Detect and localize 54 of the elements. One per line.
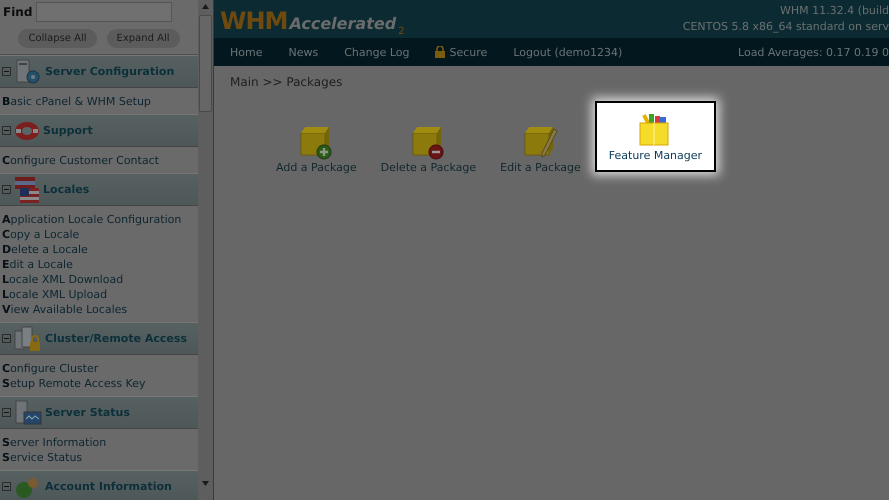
sidebar-button[interactable]: Expand All [106,29,180,48]
collapse-icon[interactable] [2,482,11,491]
sidebar-link[interactable]: Edit a Locale [2,257,198,272]
find-label: Find [3,5,32,19]
sidebar-link[interactable]: Locale XML Download [2,272,198,287]
section-title[interactable]: Support [43,124,93,137]
server-monitor-icon [14,400,42,426]
collapse-icon[interactable] [2,334,11,343]
section-title[interactable]: Account Information [45,480,172,493]
sidebar-link[interactable]: Service Status [2,450,198,465]
server-gear-icon [14,58,42,84]
nav-link[interactable]: Home [230,46,262,58]
collapse-icon[interactable] [2,185,11,194]
sidebar-link[interactable]: Delete a Locale [2,242,198,257]
lifebuoy-icon [14,120,40,142]
find-field[interactable] [36,2,172,22]
logo-superscript: 2 [398,26,405,37]
scrollbar-thumb[interactable] [199,15,212,112]
breadcrumb: Main >> Packages [229,74,344,89]
sidebar-link[interactable]: Application Locale Configuration [2,212,198,227]
package-link[interactable]: Edit a Package [490,113,591,184]
sidebar-link[interactable]: Copy a Locale [2,227,198,242]
nav-link[interactable]: Change Log [344,46,410,58]
sidebar-link[interactable]: Server Information [2,435,198,450]
sidebar-button[interactable]: Collapse All [18,29,97,48]
package-link[interactable]: Feature Manager [594,101,716,172]
logo-subtitle: Accelerated [289,14,396,33]
version-text: WHM 11.32.4 (build [780,3,889,19]
nav-link[interactable]: Logout (demo1234) [513,46,622,58]
os-text: CENTOS 5.8 x86_64 standard on serv [682,19,889,35]
sidebar-link[interactable]: Configure Customer Contact [2,153,198,168]
servers-lock-icon [14,324,42,352]
logo-text: WHM [220,9,288,33]
flags-icon [14,176,40,204]
collapse-icon[interactable] [2,67,11,76]
package-link[interactable]: Delete a Package [370,113,486,184]
collapse-icon[interactable] [2,408,11,417]
package-link[interactable]: Add a Package [266,113,367,184]
sidebar-link[interactable]: Basic cPanel & WHM Setup [2,94,198,109]
sidebar-link[interactable]: Locale XML Upload [2,287,198,302]
section-title[interactable]: Server Status [45,406,130,419]
sidebar-link[interactable]: Setup Remote Access Key [2,376,198,391]
scroll-down-icon[interactable] [202,481,209,486]
nav-link[interactable]: Secure [435,46,488,58]
section-title[interactable]: Cluster/Remote Access [45,332,187,345]
collapse-icon[interactable] [2,126,11,135]
section-title[interactable]: Locales [43,183,90,196]
sidebar-link[interactable]: View Available Locales [2,302,198,317]
scroll-up-icon[interactable] [202,4,209,9]
section-title[interactable]: Server Configuration [45,65,174,78]
load-averages: Load Averages: 0.17 0.19 0 [738,46,889,58]
lock-icon [435,46,446,58]
nav-link[interactable]: News [288,46,318,58]
sidebar-link[interactable]: Configure Cluster [2,361,198,376]
